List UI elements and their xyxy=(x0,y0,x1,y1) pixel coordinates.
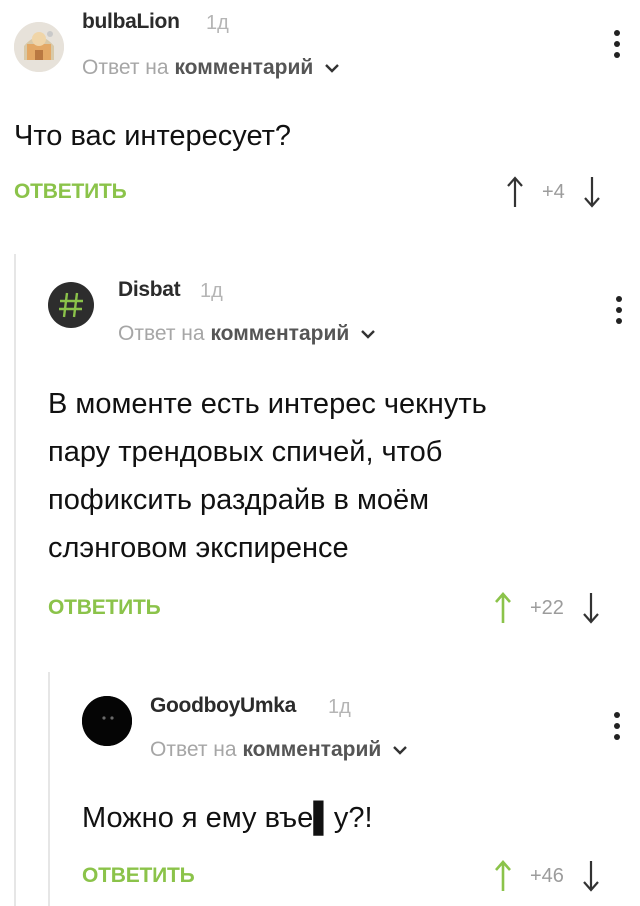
more-options-icon[interactable] xyxy=(612,30,622,64)
comment-1: bulbaLion 1д Ответ на комментарий Что ва… xyxy=(0,0,640,220)
comment-2: Disbat 1д Ответ на комментарий В моменте… xyxy=(0,260,640,660)
reply-to-line[interactable]: Ответ на комментарий xyxy=(118,322,375,346)
comment-time: 1д xyxy=(328,696,351,718)
reply-to-comment-link[interactable]: комментарий xyxy=(210,322,349,345)
reply-to-comment-link[interactable]: комментарий xyxy=(242,738,381,761)
vote-controls: +4 xyxy=(506,172,601,212)
comment-text-line: пару трендовых спичей, чтоб xyxy=(48,436,443,468)
reply-to-line[interactable]: Ответ на комментарий xyxy=(150,738,407,762)
vote-controls: +46 xyxy=(494,856,600,896)
lion-avatar-icon[interactable] xyxy=(14,22,64,72)
chevron-down-icon[interactable] xyxy=(361,329,375,340)
upvote-arrow-icon[interactable] xyxy=(506,175,524,209)
hash-avatar-icon[interactable] xyxy=(48,282,94,328)
downvote-arrow-icon[interactable] xyxy=(583,175,601,209)
chevron-down-icon[interactable] xyxy=(325,63,339,74)
more-options-icon[interactable] xyxy=(612,712,622,746)
downvote-arrow-icon[interactable] xyxy=(582,859,600,893)
comment-text-line: Что вас интересует? xyxy=(14,120,292,152)
reply-button[interactable]: ОТВЕТИТЬ xyxy=(14,180,127,204)
comment-text-line: В моменте есть интерес чекнуть xyxy=(48,388,487,420)
reply-to-prefix: Ответ на xyxy=(150,738,237,761)
rating-count: +22 xyxy=(530,596,564,619)
comment-text-line: пофиксить раздрайв в моём xyxy=(48,484,430,516)
black-cat-avatar-icon[interactable] xyxy=(82,696,132,746)
rating-count: +46 xyxy=(530,864,564,887)
comment-text: Что вас интересует? xyxy=(14,112,291,160)
downvote-arrow-icon[interactable] xyxy=(582,591,600,625)
comment-time: 1д xyxy=(200,280,223,302)
upvote-arrow-icon[interactable] xyxy=(494,591,512,625)
comment-text-line: Можно я ему въе▌у?! xyxy=(82,802,373,834)
comment-text: Можно я ему въе▌у?! xyxy=(82,794,373,842)
reply-to-prefix: Ответ на xyxy=(82,56,169,79)
comment-author[interactable]: GoodboyUmka xyxy=(150,694,296,718)
comment-author[interactable]: Disbat xyxy=(118,278,181,302)
reply-to-comment-link[interactable]: комментарий xyxy=(174,56,313,79)
comment-text: В моменте есть интерес чекнуть пару трен… xyxy=(48,380,487,572)
reply-button[interactable]: ОТВЕТИТЬ xyxy=(82,864,195,888)
reply-to-line[interactable]: Ответ на комментарий xyxy=(82,56,339,80)
reply-button[interactable]: ОТВЕТИТЬ xyxy=(48,596,161,620)
comment-author[interactable]: bulbaLion xyxy=(82,10,180,34)
reply-to-prefix: Ответ на xyxy=(118,322,205,345)
comment-3: GoodboyUmka 1д Ответ на комментарий Можн… xyxy=(0,676,640,906)
vote-controls: +22 xyxy=(494,588,600,628)
upvote-arrow-icon[interactable] xyxy=(494,859,512,893)
comment-text-line: слэнговом экспиренсе xyxy=(48,532,349,564)
comment-time: 1д xyxy=(206,12,229,34)
chevron-down-icon[interactable] xyxy=(393,745,407,756)
rating-count: +4 xyxy=(542,180,565,203)
more-options-icon[interactable] xyxy=(614,296,624,330)
